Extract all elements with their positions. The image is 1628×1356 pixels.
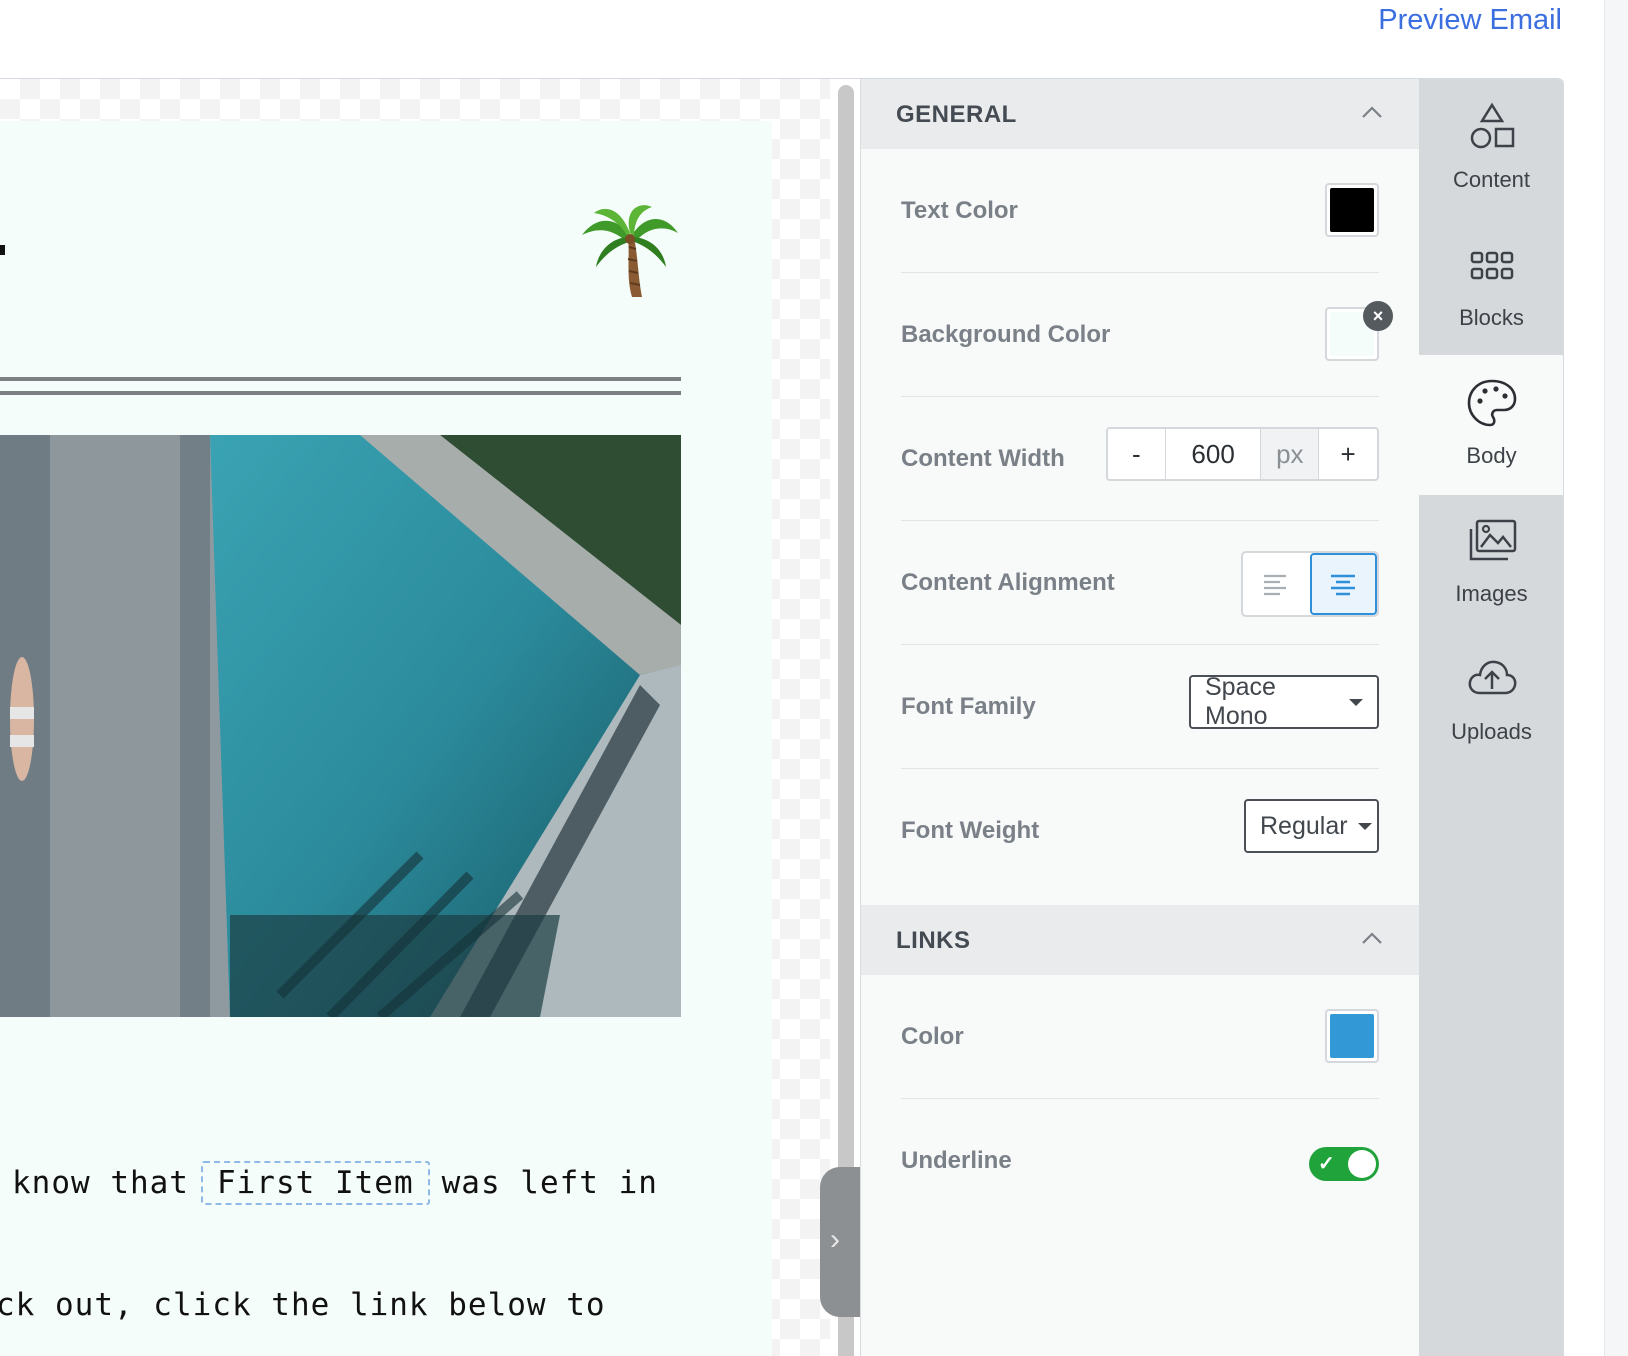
font-family-value: Space Mono — [1205, 673, 1276, 730]
tab-rail: Content Blocks Body Images Uploads — [1419, 79, 1563, 1356]
tab-blocks[interactable]: Blocks — [1419, 217, 1563, 357]
content-width-label: Content Width — [901, 445, 1065, 472]
content-width-input[interactable]: 600 — [1166, 429, 1262, 479]
content-width-stepper: - 600 px + — [1106, 427, 1379, 481]
shapes-icon — [1470, 102, 1515, 149]
row-content-alignment: Content Alignment — [901, 521, 1379, 645]
chevron-right-icon: › — [830, 1223, 840, 1256]
underline-toggle[interactable]: ✓ — [1309, 1147, 1379, 1181]
tab-blocks-label: Blocks — [1459, 305, 1524, 330]
row-text-color: Text Color — [901, 149, 1379, 273]
tab-content[interactable]: Content — [1419, 79, 1563, 219]
font-weight-value: Regular — [1260, 811, 1348, 840]
merge-tag-first-item[interactable]: First Item — [200, 1161, 430, 1205]
tab-content-label: Content — [1452, 167, 1531, 192]
font-weight-select[interactable]: Regular — [1244, 799, 1379, 853]
clear-color-icon[interactable]: × — [1363, 301, 1393, 331]
caret-down-icon — [1357, 822, 1372, 830]
row-link-color: Color — [901, 975, 1379, 1099]
tab-uploads-label: Uploads — [1451, 719, 1532, 744]
font-weight-label: Font Weight — [901, 817, 1040, 844]
check-icon: ✓ — [1318, 1153, 1335, 1175]
top-bar: Preview Email — [0, 0, 1628, 78]
body-text-before-tag: know that — [12, 1165, 189, 1201]
divider-line — [0, 391, 681, 395]
text-color-fill — [1330, 188, 1374, 232]
editor-window: Preview Email know that First Item was l… — [0, 0, 1628, 1356]
background-color-label: Background Color — [901, 321, 1111, 348]
editor-frame: know that First Item was left in ck out, c… — [0, 78, 1564, 1356]
link-color-fill — [1330, 1014, 1374, 1058]
preview-email-link[interactable]: Preview Email — [1378, 4, 1562, 37]
pool-image[interactable] — [0, 435, 681, 1017]
link-color-label: Color — [901, 1023, 964, 1050]
tab-images-label: Images — [1455, 581, 1528, 606]
content-width-decrement-button[interactable]: - — [1108, 429, 1166, 479]
section-general-title: GENERAL — [896, 101, 1017, 128]
text-color-label: Text Color — [901, 197, 1018, 224]
section-links-header[interactable]: LINKS — [861, 905, 1420, 975]
email-body[interactable]: know that First Item was left in ck out, c… — [0, 121, 772, 1356]
section-links-title: LINKS — [896, 927, 971, 954]
font-family-label: Font Family — [901, 693, 1036, 720]
tab-uploads[interactable]: Uploads — [1419, 631, 1563, 771]
align-left-button[interactable] — [1243, 553, 1310, 615]
content-alignment-label: Content Alignment — [901, 569, 1115, 596]
row-content-width: Content Width - 600 px + — [901, 397, 1379, 521]
page-edge — [1604, 0, 1628, 1356]
toggle-knob — [1348, 1150, 1376, 1178]
caret-down-icon — [1349, 698, 1363, 706]
palette-icon — [1467, 379, 1517, 427]
palm-tree-icon — [582, 205, 678, 297]
grid-icon — [1470, 251, 1514, 280]
images-icon — [1469, 519, 1517, 561]
body-settings-panel: GENERAL Text Color Background Color × Co… — [860, 79, 1420, 1356]
align-center-icon — [1331, 574, 1356, 596]
link-color-swatch[interactable] — [1325, 1009, 1379, 1063]
tab-body[interactable]: Body — [1419, 355, 1563, 495]
font-family-select[interactable]: Space Mono — [1189, 673, 1379, 730]
underline-label: Underline — [901, 1147, 1012, 1174]
divider-line — [0, 377, 681, 381]
collapse-panel-handle[interactable]: › — [820, 1167, 860, 1317]
cloud-upload-icon — [1468, 660, 1517, 695]
email-canvas[interactable]: know that First Item was left in ck out, c… — [0, 79, 830, 1356]
row-background-color: Background Color × — [901, 273, 1393, 397]
chevron-up-icon — [1362, 106, 1382, 118]
text-color-swatch[interactable] — [1325, 183, 1379, 237]
align-left-icon — [1264, 574, 1287, 596]
tab-images[interactable]: Images — [1419, 493, 1563, 633]
header-text-fragment — [0, 245, 5, 255]
row-font-weight: Font Weight Regular — [901, 769, 1379, 893]
section-general-header[interactable]: GENERAL — [861, 79, 1420, 149]
chevron-up-icon — [1362, 932, 1382, 944]
row-underline: Underline ✓ — [901, 1099, 1379, 1223]
body-text-line-2[interactable]: ck out, click the link below to — [0, 1287, 606, 1323]
align-center-button[interactable] — [1309, 553, 1377, 615]
content-alignment-group — [1241, 551, 1379, 617]
tab-body-label: Body — [1466, 443, 1517, 468]
content-width-unit: px — [1261, 429, 1320, 479]
canvas-scrollbar[interactable] — [838, 85, 854, 1356]
content-width-increment-button[interactable]: + — [1319, 429, 1377, 479]
body-text-line-1[interactable]: know that First Item was left in — [12, 1161, 658, 1205]
row-font-family: Font Family Space Mono — [901, 645, 1379, 769]
body-text-after-tag: was left in — [441, 1165, 658, 1201]
